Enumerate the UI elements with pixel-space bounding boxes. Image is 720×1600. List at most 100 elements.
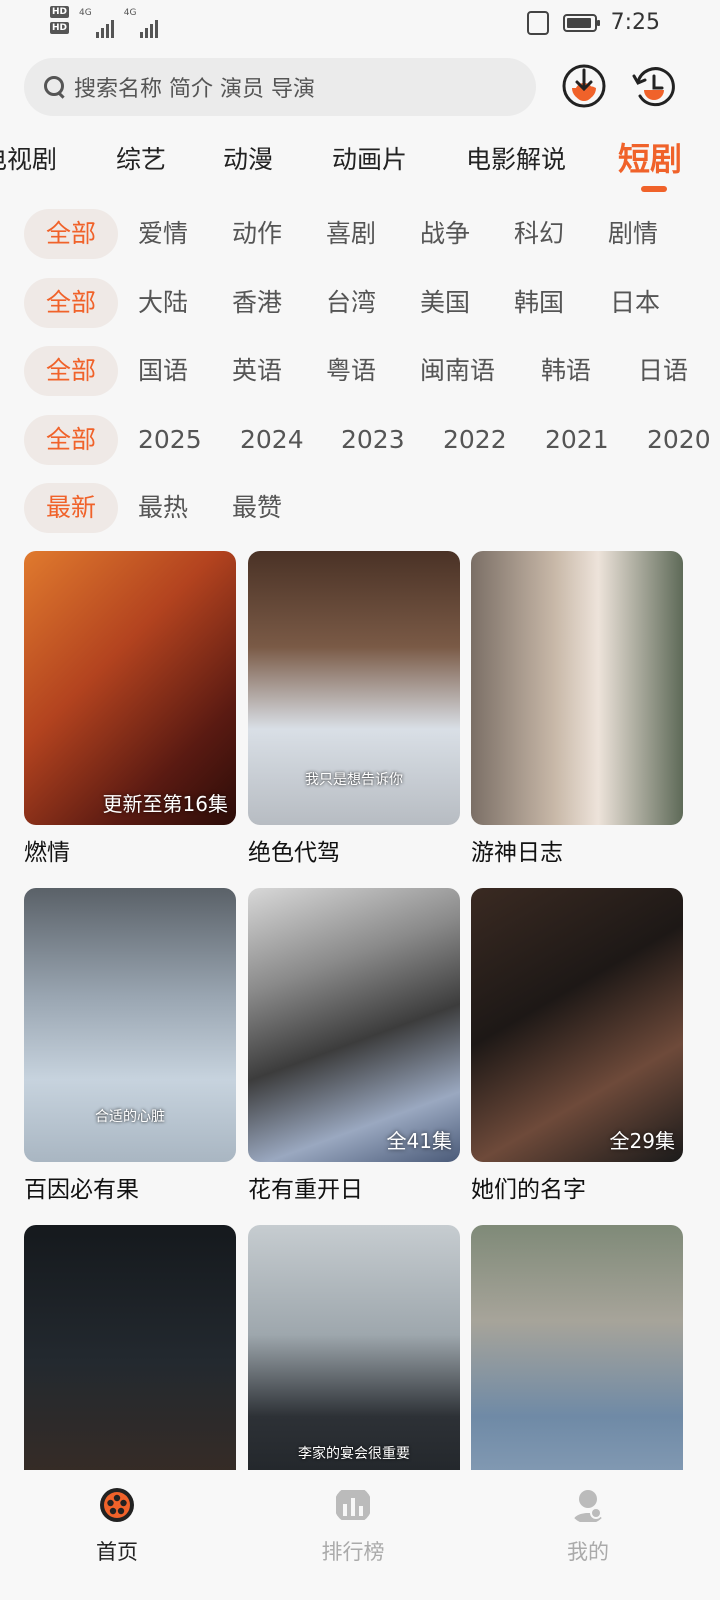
filter-row-genre: 全部 爱情 动作 喜剧 战争 科幻 剧情 [24,209,720,259]
tab-cartoon[interactable]: 动画片 [332,140,407,176]
video-card[interactable] [24,1225,236,1507]
video-card[interactable]: 更新至第16集 燃情 [24,551,236,867]
bar-chart-icon [336,1490,370,1520]
filter-chip[interactable]: 美国 [420,278,470,328]
filter-chip[interactable]: 台湾 [326,278,376,328]
status-right: 7:25 [526,10,660,35]
video-title: 绝色代驾 [248,840,340,866]
video-thumbnail: 我只是想告诉你 [248,551,460,825]
filter-chip[interactable]: 科幻 [514,209,564,259]
video-card[interactable]: 全41集 花有重开日 [248,888,460,1204]
video-thumbnail [24,1225,236,1499]
history-icon[interactable] [630,62,678,110]
search-icon [44,76,66,98]
network-type-1: 4G [79,8,92,18]
video-thumbnail: 更新至第16集 [24,551,236,825]
filter-chip[interactable]: 爱情 [138,209,188,259]
filter-chip[interactable]: 战争 [420,209,470,259]
vibrate-icon [526,10,549,35]
video-card[interactable]: 合适的心脏 百因必有果 [24,888,236,1204]
nav-ranking[interactable]: 排行榜 [283,1486,423,1566]
filter-chip[interactable]: 粤语 [326,346,376,396]
filter-chip[interactable]: 2020 [647,415,711,465]
nav-home[interactable]: 首页 [47,1486,187,1566]
battery-icon [562,13,600,32]
filter-chip[interactable]: 国语 [138,346,188,396]
filter-chip[interactable]: 全部 [24,346,119,396]
filter-row-sort: 最新 最热 最赞 [24,483,720,533]
video-thumbnail: 全29集 [471,888,683,1162]
episode-badge: 全29集 [609,1129,675,1153]
video-title: 燃情 [24,840,70,866]
filter-chip[interactable]: 日语 [638,346,688,396]
filter-chip[interactable]: 全部 [24,209,119,259]
nav-label: 排行榜 [321,1540,385,1564]
filter-row-language: 全部 国语 英语 粤语 闽南语 韩语 日语 [24,346,720,396]
nav-label: 首页 [96,1540,138,1564]
filter-chip[interactable]: 最赞 [232,483,282,533]
filter-chip[interactable]: 最新 [24,483,119,533]
hd-indicators: HD HD [50,6,70,34]
video-thumbnail [471,551,683,825]
tab-movie-explained[interactable]: 电影解说 [466,140,566,176]
filter-chip[interactable]: 全部 [24,415,119,465]
filter-chip[interactable]: 日本 [610,278,660,328]
nav-mine[interactable]: 我的 [518,1486,658,1566]
filter-chip[interactable]: 最热 [138,483,188,533]
video-card[interactable]: 我只是想告诉你 绝色代驾 [248,551,460,867]
video-thumbnail: 合适的心脏 [24,888,236,1162]
filter-chip[interactable]: 2022 [443,415,507,465]
filter-chip[interactable]: 大陆 [138,278,188,328]
filter-chip[interactable]: 动作 [232,209,282,259]
tab-tv[interactable]: 电视剧 [0,140,57,176]
filter-row-region: 全部 大陆 香港 台湾 美国 韩国 日本 [24,278,720,328]
video-subtitle: 我只是想告诉你 [305,772,403,788]
filter-chip[interactable]: 2025 [138,415,202,465]
tab-short-drama[interactable]: 短剧 [618,134,682,180]
filter-chip[interactable]: 韩国 [514,278,564,328]
status-bar: HD HD 4G 4G 7:25 [0,0,720,50]
filter-chip[interactable]: 2021 [545,415,609,465]
filter-chip[interactable]: 剧情 [608,209,658,259]
episode-badge: 全41集 [386,1129,452,1153]
status-left: HD HD 4G 4G [50,6,159,38]
filter-chip[interactable]: 闽南语 [420,346,495,396]
signal-icon-2: 4G [124,8,159,38]
filter-row-year: 全部 2025 2024 2023 2022 2021 2020 [24,415,720,465]
filter-chip[interactable]: 香港 [232,278,282,328]
video-title: 她们的名字 [471,1177,586,1203]
tab-anime[interactable]: 动漫 [223,140,273,176]
filter-chip[interactable]: 2023 [341,415,405,465]
video-title: 游神日志 [471,840,563,866]
video-card[interactable]: 李家的宴会很重要 [248,1225,460,1507]
search-bar[interactable]: 搜索名称 简介 演员 导演 [24,58,536,116]
filter-chip[interactable]: 2024 [240,415,304,465]
user-profile-icon [573,1490,603,1522]
video-subtitle: 李家的宴会很重要 [298,1446,410,1462]
filter-chip[interactable]: 全部 [24,278,119,328]
hd-indicator-1: HD [50,6,70,18]
video-thumbnail [471,1225,683,1499]
video-card[interactable] [471,1225,683,1507]
video-card[interactable]: 全29集 她们的名字 [471,888,683,1204]
active-tab-indicator [641,186,667,192]
video-title: 花有重开日 [248,1177,363,1203]
video-thumbnail: 全41集 [248,888,460,1162]
episode-badge: 更新至第16集 [102,792,228,816]
clock: 7:25 [610,10,660,35]
nav-label: 我的 [567,1540,609,1564]
tab-variety[interactable]: 综艺 [116,140,166,176]
signal-icon: 4G [79,8,114,38]
filter-chip[interactable]: 韩语 [541,346,591,396]
search-placeholder: 搜索名称 简介 演员 导演 [74,77,315,102]
video-card[interactable]: 游神日志 [471,551,683,867]
download-icon[interactable] [560,62,608,110]
video-title: 百因必有果 [24,1177,139,1203]
home-film-reel-icon [100,1488,134,1522]
video-subtitle: 合适的心脏 [95,1109,165,1125]
filter-chip[interactable]: 英语 [232,346,282,396]
category-tabs: 电视剧 综艺 动漫 动画片 电影解说 短剧 [0,130,720,192]
hd-indicator-2: HD [50,22,70,34]
filter-chip[interactable]: 喜剧 [326,209,376,259]
bottom-nav: 首页 排行榜 我的 [0,1470,720,1600]
